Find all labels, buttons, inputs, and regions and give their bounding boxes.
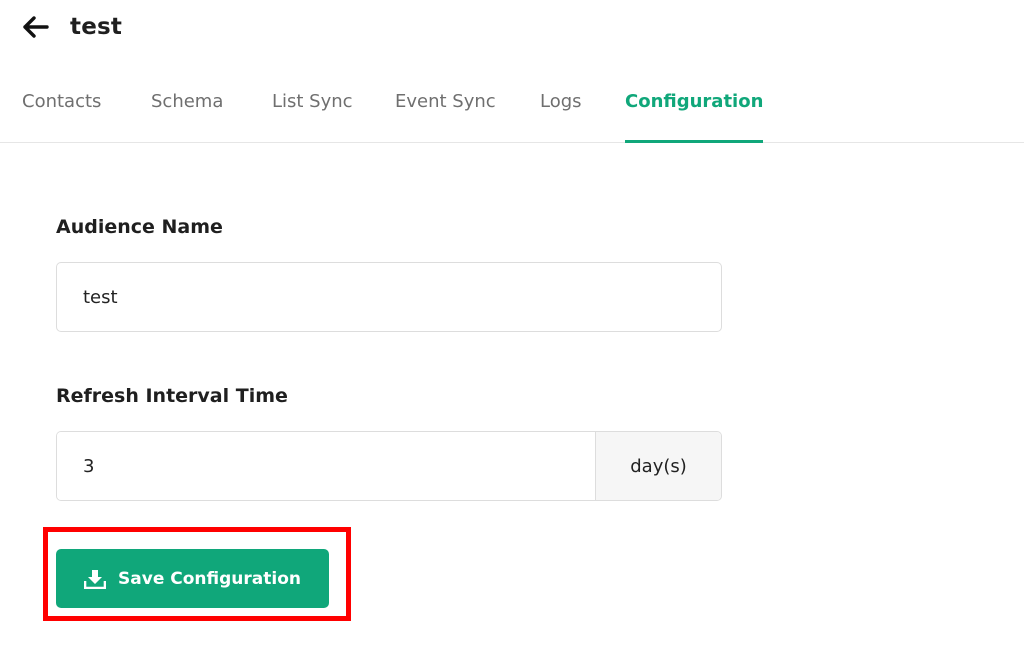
audience-name-label: Audience Name [56, 216, 223, 238]
tab-list-sync[interactable]: List Sync [272, 80, 353, 142]
refresh-interval-group: day(s) [56, 431, 722, 501]
refresh-interval-input[interactable] [57, 432, 595, 500]
audience-name-input[interactable] [56, 262, 722, 332]
page-title: test [70, 14, 123, 40]
tab-label: Contacts [22, 91, 102, 112]
download-icon [84, 569, 107, 589]
page: test Contacts Schema List Sync Event Syn… [0, 0, 1024, 654]
tab-label: Event Sync [395, 91, 496, 112]
interval-unit-addon: day(s) [595, 432, 721, 500]
configuration-form: Audience Name Refresh Interval Time day(… [56, 212, 723, 501]
tab-schema[interactable]: Schema [151, 80, 223, 142]
tab-logs[interactable]: Logs [540, 80, 582, 142]
back-button[interactable] [22, 13, 50, 41]
tab-label: Schema [151, 91, 224, 112]
refresh-interval-label: Refresh Interval Time [56, 385, 288, 407]
tab-event-sync[interactable]: Event Sync [395, 80, 496, 142]
save-configuration-button[interactable]: Save Configuration [56, 549, 329, 608]
tab-label: Logs [540, 91, 582, 112]
arrow-left-icon [23, 16, 49, 38]
save-button-label: Save Configuration [118, 568, 301, 589]
tab-label: Configuration [625, 91, 764, 112]
tab-label: List Sync [272, 91, 353, 112]
tab-bar: Contacts Schema List Sync Event Sync Log… [0, 80, 1024, 143]
tab-configuration[interactable]: Configuration [625, 80, 764, 143]
tab-contacts[interactable]: Contacts [22, 80, 101, 142]
header: test [22, 8, 122, 46]
